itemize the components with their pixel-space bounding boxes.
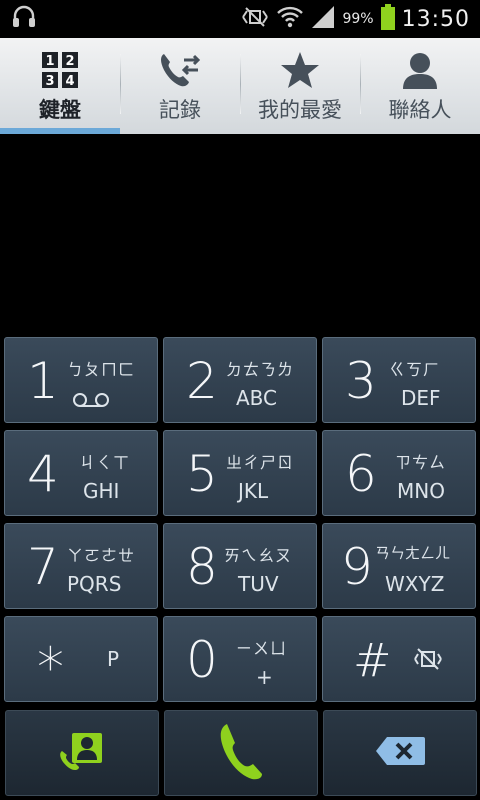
key-digit: 4 xyxy=(27,445,59,503)
tab-contacts[interactable]: 聯絡人 xyxy=(360,38,480,134)
mute-icon xyxy=(240,6,270,32)
key-0[interactable]: 0 ㄧㄨㄩ + xyxy=(163,616,317,702)
key-9[interactable]: 9 ㄢㄣㄤㄥㄦ WXYZ xyxy=(322,523,476,609)
key-2[interactable]: 2 ㄉㄊㄋㄌ ABC xyxy=(163,337,317,423)
call-log-icon xyxy=(158,50,202,90)
key-1[interactable]: 1 ㄅㄆㄇㄈ xyxy=(4,337,158,423)
voicemail-icon xyxy=(71,392,111,412)
tab-call-log[interactable]: 記錄 xyxy=(120,38,240,134)
key-letters: WXYZ xyxy=(385,572,445,596)
tab-call-log-label: 記錄 xyxy=(159,98,201,122)
key-digit: 9 xyxy=(341,538,373,596)
key-digit: 0 xyxy=(186,631,218,689)
dialpad-icon-digit: 1 xyxy=(45,54,54,69)
dialpad-icon-digit: 3 xyxy=(45,74,54,89)
signal-icon xyxy=(310,4,336,34)
key-letters: MNO xyxy=(397,479,445,503)
key-digit: 5 xyxy=(186,445,218,503)
key-digit: 7 xyxy=(27,538,59,596)
key-zhuyin: ㄓㄔㄕㄖ xyxy=(226,453,295,472)
key-letters: + xyxy=(256,665,273,689)
key-letters: TUV xyxy=(238,572,279,596)
key-3[interactable]: 3 ㄍㄎㄏ DEF xyxy=(322,337,476,423)
key-zhuyin: ㄚㄛㄜㄝ xyxy=(67,546,136,565)
number-display[interactable] xyxy=(0,134,480,334)
key-5[interactable]: 5 ㄓㄔㄕㄖ JKL xyxy=(163,430,317,516)
tab-favorites-label: 我的最愛 xyxy=(258,98,342,122)
key-star[interactable]: * P xyxy=(4,616,158,702)
dialpad-icon-digit: 4 xyxy=(65,74,74,89)
key-8[interactable]: 8 ㄞㄟㄠㄡ TUV xyxy=(163,523,317,609)
star-icon xyxy=(280,50,320,90)
key-hash[interactable]: # xyxy=(322,616,476,702)
key-zhuyin: ㄉㄊㄋㄌ xyxy=(226,360,295,379)
key-zhuyin: ㄧㄨㄩ xyxy=(236,639,288,658)
key-digit: 1 xyxy=(27,352,59,410)
key-letters: DEF xyxy=(401,386,441,410)
tab-bar: 1 2 3 4 鍵盤 記錄 我的最愛 聯絡人 xyxy=(0,38,480,134)
key-4[interactable]: 4 ㄐㄑㄒ GHI xyxy=(4,430,158,516)
key-zhuyin: ㄢㄣㄤㄥㄦ xyxy=(375,544,451,562)
contact-icon xyxy=(400,50,440,90)
key-digit: 6 xyxy=(345,445,377,503)
dialpad-icon: 1 2 3 4 xyxy=(40,50,80,90)
headset-icon xyxy=(10,3,38,35)
add-contact-icon xyxy=(58,731,106,775)
key-7[interactable]: 7 ㄚㄛㄜㄝ PQRS xyxy=(4,523,158,609)
key-digit: # xyxy=(353,633,392,687)
key-letters: GHI xyxy=(83,479,120,503)
action-bar xyxy=(0,706,480,800)
key-zhuyin: ㄍㄎㄏ xyxy=(389,360,441,379)
key-letters: P xyxy=(107,647,120,671)
clock: 13:50 xyxy=(401,6,470,32)
tab-contacts-label: 聯絡人 xyxy=(388,98,452,122)
key-zhuyin: ㄐㄑㄒ xyxy=(79,453,131,472)
tab-keypad[interactable]: 1 2 3 4 鍵盤 xyxy=(0,38,120,134)
key-digit: 2 xyxy=(186,352,218,410)
key-zhuyin: ㄅㄆㄇㄈ xyxy=(67,360,136,379)
key-digit: 3 xyxy=(345,352,377,410)
delete-button[interactable] xyxy=(323,710,477,796)
status-bar: 99% 13:50 xyxy=(0,0,480,38)
battery-percent: 99% xyxy=(342,11,374,27)
wifi-icon xyxy=(276,5,304,33)
key-zhuyin: ㄗㄘㄙ xyxy=(395,453,447,472)
call-button[interactable] xyxy=(164,710,318,796)
dial-keypad: 1 ㄅㄆㄇㄈ 2 ㄉㄊㄋㄌ ABC 3 ㄍㄎㄏ DEF 4 ㄐㄑㄒ GHI 5 … xyxy=(0,334,480,706)
key-letters: ABC xyxy=(236,386,278,410)
key-digit: 8 xyxy=(186,538,218,596)
key-digit: * xyxy=(37,636,64,699)
backspace-icon xyxy=(375,736,425,770)
vibrate-mute-icon xyxy=(413,647,443,675)
key-letters: JKL xyxy=(238,479,269,503)
tab-keypad-label: 鍵盤 xyxy=(39,98,81,122)
key-letters: PQRS xyxy=(67,572,122,596)
battery-icon xyxy=(380,3,396,35)
dialpad-icon-digit: 2 xyxy=(65,54,74,69)
key-6[interactable]: 6 ㄗㄘㄙ MNO xyxy=(322,430,476,516)
tab-favorites[interactable]: 我的最愛 xyxy=(240,38,360,134)
phone-icon xyxy=(219,722,263,784)
add-to-contacts-button[interactable] xyxy=(5,710,159,796)
key-zhuyin: ㄞㄟㄠㄡ xyxy=(224,546,293,565)
